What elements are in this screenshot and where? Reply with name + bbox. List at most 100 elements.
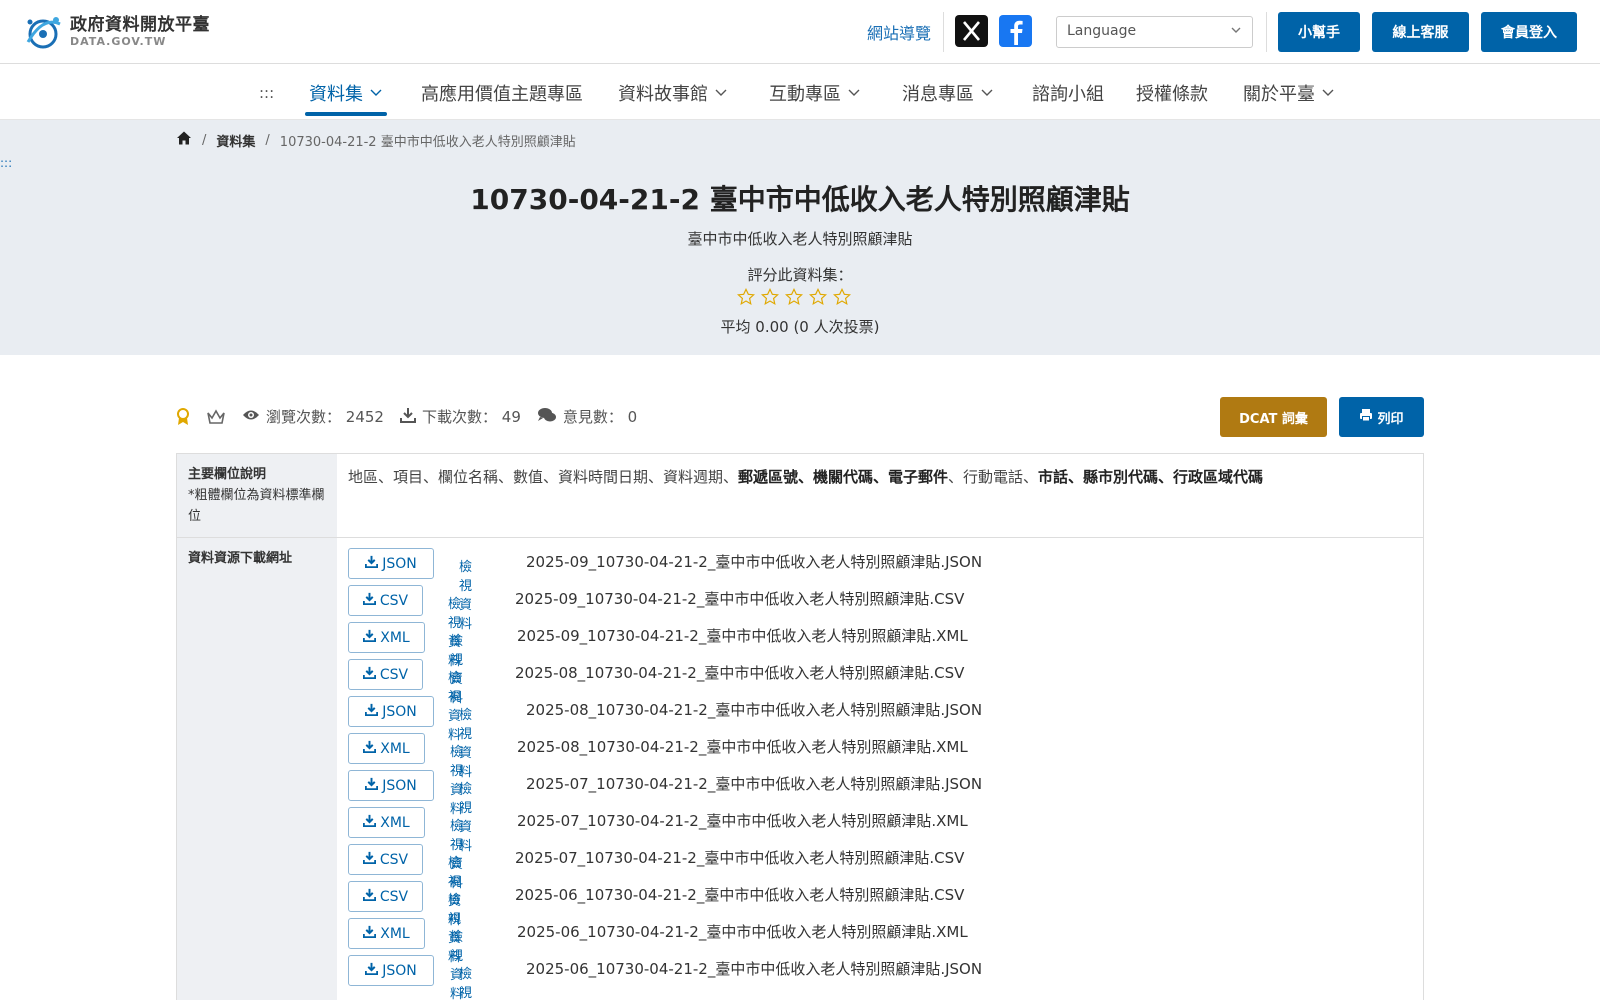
nav-active-indicator — [305, 112, 387, 116]
star-icon[interactable] — [785, 288, 803, 306]
download-json-button[interactable]: JSON — [348, 770, 434, 801]
download-json-button[interactable]: JSON — [348, 696, 434, 727]
chevron-down-icon — [714, 83, 728, 104]
fields-header: 主要欄位說明 — [188, 467, 267, 482]
dcat-button[interactable]: DCAT 詞彙 — [1220, 397, 1327, 437]
format-label: JSON — [382, 962, 417, 979]
resource-filename: 2025-09_10730-04-21-2_臺中市中低收入老人特別照顧津貼.CS… — [515, 590, 965, 608]
nav-item-label: 互動專區 — [769, 84, 841, 105]
download-csv-button[interactable]: CSV — [348, 881, 423, 912]
breadcrumb-separator: / — [265, 132, 270, 148]
language-select-label: Language — [1067, 23, 1137, 39]
nav-item-advisory[interactable]: 諮詢小組 — [1032, 80, 1104, 106]
nav-item-interactive[interactable]: 互動專區 — [769, 80, 861, 106]
breadcrumb-datasets[interactable]: 資料集 — [216, 131, 255, 150]
language-select[interactable]: Language — [1056, 16, 1253, 48]
download-xml-button[interactable]: XML — [348, 733, 425, 764]
download-csv-button[interactable]: CSV — [348, 659, 423, 690]
download-icon — [365, 703, 379, 720]
nav-item-about[interactable]: 關於平臺 — [1243, 80, 1335, 106]
resource-filename: 2025-07_10730-04-21-2_臺中市中低收入老人特別照顧津貼.XM… — [517, 812, 968, 830]
download-icon — [362, 666, 377, 683]
nav-item-high-value[interactable]: 高應用價值主題專區 — [421, 80, 583, 106]
resource-filename: 2025-06_10730-04-21-2_臺中市中低收入老人特別照顧津貼.CS… — [515, 886, 965, 904]
format-label: XML — [380, 925, 410, 942]
home-icon[interactable] — [176, 130, 192, 150]
nav-item-label: 資料故事館 — [618, 84, 708, 105]
x-twitter-icon[interactable] — [955, 15, 988, 47]
star-icon[interactable] — [809, 288, 827, 306]
helper-button[interactable]: 小幫手 — [1278, 12, 1360, 52]
resources-row: 資料資源下載網址 JSON 檢視資料 2025-09_10730-04-21-2_臺… — [177, 538, 1423, 1000]
chevron-down-icon — [847, 83, 861, 104]
sitemap-link[interactable]: 網站導覽 — [867, 20, 931, 44]
member-login-button[interactable]: 會員登入 — [1481, 12, 1577, 52]
download-icon — [362, 851, 377, 868]
fields-bold: 市話、縣市別代碼、行政區域代碼 — [1038, 468, 1264, 486]
download-json-button[interactable]: JSON — [348, 548, 434, 579]
fields-list: 地區、項目、欄位名稱、數值、資料時間日期、資料週期、郵遞區號、機關代碼、電子郵件… — [348, 466, 1263, 487]
download-csv-button[interactable]: CSV — [348, 585, 423, 616]
nav-item-data-stories[interactable]: 資料故事館 — [618, 80, 728, 106]
content-accesskey[interactable]: ::: — [0, 156, 12, 170]
fields-row: 主要欄位說明 *粗體欄位為資料標準欄位 地區、項目、欄位名稱、數值、資料時間日期… — [177, 454, 1423, 538]
breadcrumb: / 資料集 / 10730-04-21-2 臺中市中低收入老人特別照顧津貼 — [176, 130, 576, 150]
format-label: XML — [380, 814, 410, 831]
download-xml-button[interactable]: XML — [348, 807, 425, 838]
logo-title: 政府資料開放平臺 — [70, 15, 210, 35]
print-label: 列印 — [1377, 411, 1404, 427]
nav-accesskey[interactable]: ::: — [259, 84, 274, 102]
download-xml-button[interactable]: XML — [348, 918, 425, 949]
resource-filename: 2025-09_10730-04-21-2_臺中市中低收入老人特別照顧津貼.JS… — [526, 553, 983, 571]
logo-icon — [22, 12, 64, 52]
printer-icon — [1359, 408, 1373, 426]
download-icon — [363, 740, 377, 757]
fields-normal: 、行動電話、 — [948, 468, 1039, 486]
views-count: 2452 — [345, 407, 384, 426]
online-support-button[interactable]: 線上客服 — [1372, 12, 1469, 52]
star-icon[interactable] — [737, 288, 755, 306]
format-label: XML — [380, 740, 410, 757]
chevron-down-icon — [369, 83, 383, 104]
resource-filename: 2025-06_10730-04-21-2_臺中市中低收入老人特別照顧津貼.JS… — [526, 960, 983, 978]
download-icon — [363, 925, 377, 942]
format-label: XML — [380, 629, 410, 646]
format-label: JSON — [382, 777, 417, 794]
site-logo[interactable]: 政府資料開放平臺 DATA.GOV.TW — [22, 12, 210, 52]
comments-count: 0 — [627, 407, 638, 426]
nav-item-label: 高應用價值主題專區 — [421, 84, 583, 105]
download-icon — [365, 555, 379, 572]
format-label: JSON — [382, 703, 417, 720]
page-title: 10730-04-21-2 臺中市中低收入老人特別照顧津貼 — [470, 183, 1130, 216]
nav-item-datasets[interactable]: 資料集 — [309, 80, 383, 106]
view-data-link[interactable]: 檢視資料 — [459, 963, 472, 1000]
rating-stars[interactable] — [737, 288, 851, 306]
star-icon[interactable] — [833, 288, 851, 306]
facebook-icon[interactable] — [999, 15, 1032, 47]
star-icon[interactable] — [761, 288, 779, 306]
resources-header-cell: 資料資源下載網址 — [177, 538, 337, 1000]
divider — [1266, 12, 1267, 52]
nav-item-label: 關於平臺 — [1243, 84, 1315, 105]
main-nav: ::: 資料集 高應用價值主題專區 資料故事館 互動專區 消息專區 諮詢小組 授… — [0, 64, 1600, 120]
resource-filename: 2025-07_10730-04-21-2_臺中市中低收入老人特別照顧津貼.CS… — [515, 849, 965, 867]
fields-normal: 地區、項目、欄位名稱、數值、資料時間日期、資料週期、 — [348, 468, 739, 486]
divider — [943, 12, 944, 52]
crown-icon — [206, 408, 226, 425]
download-json-button[interactable]: JSON — [348, 955, 434, 986]
nav-item-label: 資料集 — [309, 84, 363, 105]
dataset-info-table: 主要欄位說明 *粗體欄位為資料標準欄位 地區、項目、欄位名稱、數值、資料時間日期… — [176, 453, 1424, 1000]
format-label: CSV — [379, 666, 409, 683]
download-xml-button[interactable]: XML — [348, 622, 425, 653]
resource-filename: 2025-07_10730-04-21-2_臺中市中低收入老人特別照顧津貼.JS… — [526, 775, 983, 793]
nav-item-license[interactable]: 授權條款 — [1136, 80, 1208, 106]
download-icon — [365, 962, 379, 979]
breadcrumb-current: 10730-04-21-2 臺中市中低收入老人特別照顧津貼 — [279, 134, 576, 150]
download-csv-button[interactable]: CSV — [348, 844, 423, 875]
nav-item-news[interactable]: 消息專區 — [902, 80, 994, 106]
comments-label: 意見數： — [562, 408, 623, 426]
logo-subtitle: DATA.GOV.TW — [70, 35, 167, 48]
print-button[interactable]: 列印 — [1339, 397, 1424, 437]
comments-stat: 意見數： 0 — [537, 406, 637, 427]
eye-icon — [242, 408, 260, 426]
